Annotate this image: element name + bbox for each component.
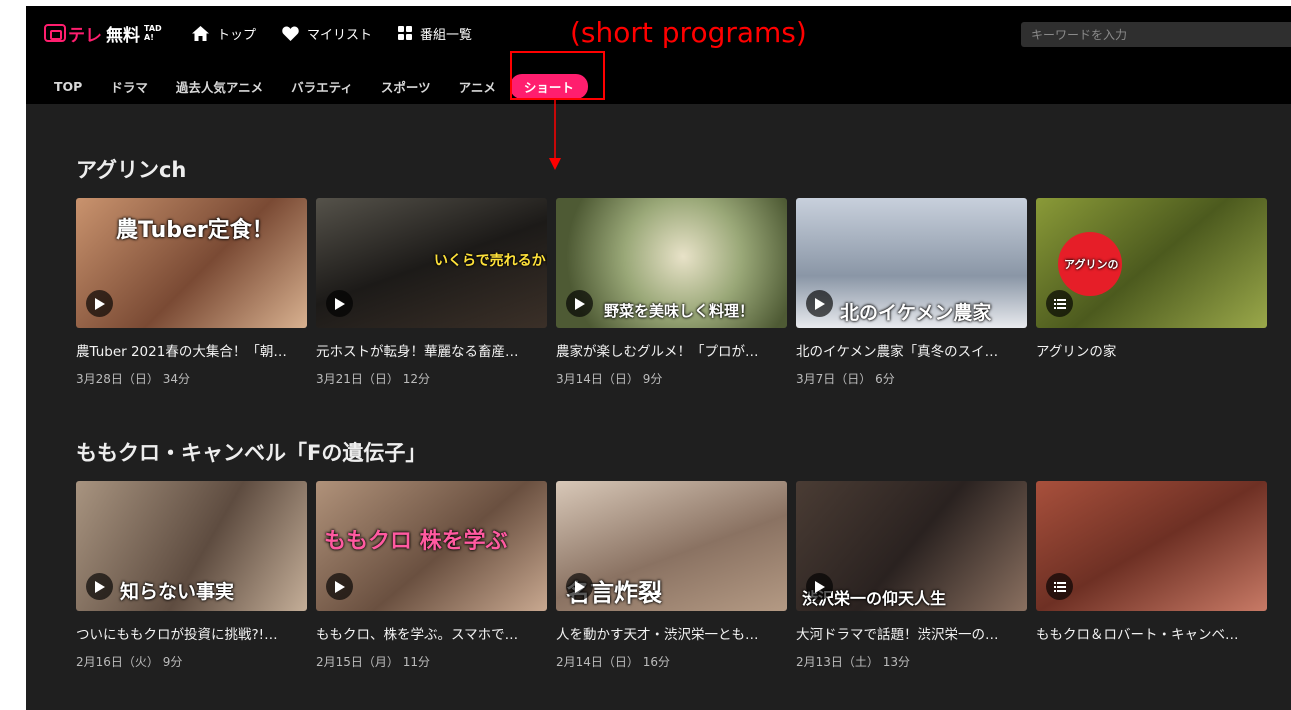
logo-text-tada: TADA! (144, 24, 162, 42)
annotation-highlight-box (510, 51, 605, 100)
video-meta: 2月15日（月） 11分 (316, 655, 430, 669)
video-thumbnail[interactable]: 北のイケメン農家 (796, 198, 1027, 328)
category-anime[interactable]: アニメ (459, 77, 496, 96)
playlist-icon[interactable] (1046, 290, 1073, 317)
video-title[interactable]: 大河ドラマで話題！渋沢栄一の… (796, 623, 1027, 643)
video-thumbnail[interactable]: 渋沢栄一の仰天人生 (796, 481, 1027, 611)
logo-text-te: テレ (68, 25, 102, 46)
video-thumbnail[interactable]: 野菜を美味しく料理！ (556, 198, 787, 328)
play-icon[interactable] (566, 573, 593, 600)
play-icon[interactable] (806, 573, 833, 600)
category-variety[interactable]: バラエティ (291, 77, 353, 96)
video-card[interactable]: ももクロ＆ロバート・キャンベ… (1036, 481, 1267, 653)
video-card[interactable]: いくらで売れるか!? 元ホストが転身！華麗なる畜産… 3月21日（日） 12分 (316, 198, 547, 387)
video-thumbnail[interactable]: ももクロ 株を学ぶ (316, 481, 547, 611)
video-card[interactable]: 知らない事実 ついにももクロが投資に挑戦?!… 2月16日（火） 9分 (76, 481, 307, 670)
category-top[interactable]: TOP (54, 79, 82, 94)
home-icon (192, 25, 209, 41)
video-thumbnail[interactable]: 農Tuber定食！ (76, 198, 307, 328)
video-title[interactable]: ももクロ＆ロバート・キャンベ… (1036, 623, 1267, 643)
video-thumbnail[interactable]: 名言炸裂 (556, 481, 787, 611)
search-input[interactable] (1021, 22, 1291, 47)
video-thumbnail[interactable]: 知らない事実 (76, 481, 307, 611)
thumbnail-text: 野菜を美味しく料理！ (604, 302, 755, 320)
play-icon[interactable] (86, 290, 113, 317)
video-card[interactable]: 渋沢栄一の仰天人生 大河ドラマで話題！渋沢栄一の… 2月13日（土） 13分 (796, 481, 1027, 670)
thumbnail-text: 北のイケメン農家 (840, 302, 992, 324)
nav-item-label: マイリスト (307, 27, 373, 43)
grid-icon (398, 26, 413, 40)
video-meta: 3月21日（日） 12分 (316, 372, 430, 386)
video-card[interactable]: 農Tuber定食！ 農Tuber 2021春の大集合！「朝… 3月28日（日） … (76, 198, 307, 387)
play-icon[interactable] (566, 290, 593, 317)
video-thumbnail[interactable]: いくらで売れるか!? (316, 198, 547, 328)
video-meta: 3月14日（日） 9分 (556, 372, 663, 386)
video-card[interactable]: 名言炸裂 人を動かす天才・渋沢栄一とも… 2月14日（日） 16分 (556, 481, 787, 670)
nav-item-label: 番組一覧 (420, 27, 473, 43)
site-logo[interactable]: テレ 無料 TADA! (44, 22, 164, 46)
video-card[interactable]: 野菜を美味しく料理！ 農家が楽しむグルメ！「プロが… 3月14日（日） 9分 (556, 198, 787, 387)
app-window: テレ 無料 TADA! トップ マイリスト 番組一覧 TOP ドラマ 過去人気ア… (26, 6, 1291, 710)
video-card[interactable]: 北のイケメン農家 北のイケメン農家「真冬のスイ… 3月7日（日） 6分 (796, 198, 1027, 387)
play-icon[interactable] (326, 573, 353, 600)
video-meta: 2月16日（火） 9分 (76, 655, 183, 669)
video-meta: 2月14日（日） 16分 (556, 655, 670, 669)
play-icon[interactable] (326, 290, 353, 317)
play-icon[interactable] (86, 573, 113, 600)
nav-item-top[interactable]: トップ (192, 20, 256, 46)
heart-icon (282, 26, 299, 41)
nav-item-mylist[interactable]: マイリスト (282, 20, 372, 46)
playlist-icon[interactable] (1046, 573, 1073, 600)
category-sports[interactable]: スポーツ (381, 77, 431, 96)
thumbnail-text: アグリンの (1064, 258, 1119, 271)
thumbnail-text: ももクロ 株を学ぶ (324, 529, 508, 554)
video-title[interactable]: 人を動かす天才・渋沢栄一とも… (556, 623, 787, 643)
video-title[interactable]: ついにももクロが投資に挑戦?!… (76, 623, 307, 643)
video-meta: 3月28日（日） 34分 (76, 372, 190, 386)
section-title-agurin: アグリンch (76, 158, 187, 182)
annotation-label: (short programs) (570, 16, 807, 49)
main-nav: トップ マイリスト 番組一覧 (192, 20, 498, 46)
video-card[interactable]: アグリンの アグリンの家 (1036, 198, 1267, 370)
video-title[interactable]: 元ホストが転身！華麗なる畜産… (316, 340, 547, 360)
category-classic-anime[interactable]: 過去人気アニメ (176, 77, 263, 96)
video-thumbnail[interactable] (1036, 481, 1267, 611)
thumbnail-text: いくらで売れるか!? (434, 253, 547, 269)
thumbnail-text: 知らない事実 (120, 581, 235, 603)
logo-mark-icon (44, 24, 66, 42)
video-thumbnail[interactable]: アグリンの (1036, 198, 1267, 328)
annotation-arrow-icon (549, 100, 561, 170)
video-meta: 2月13日（土） 13分 (796, 655, 910, 669)
nav-item-program-list[interactable]: 番組一覧 (398, 20, 472, 46)
video-title[interactable]: アグリンの家 (1036, 340, 1267, 360)
play-icon[interactable] (806, 290, 833, 317)
section-title-f-gene: ももクロ・キャンベル「Fの遺伝子」 (76, 441, 427, 465)
video-title[interactable]: 北のイケメン農家「真冬のスイ… (796, 340, 1027, 360)
video-title[interactable]: 農Tuber 2021春の大集合！「朝… (76, 340, 307, 360)
nav-item-label: トップ (217, 27, 257, 43)
logo-text-jp: 無料 (106, 25, 140, 46)
category-drama[interactable]: ドラマ (110, 77, 148, 96)
video-meta: 3月7日（日） 6分 (796, 372, 895, 386)
video-title[interactable]: 農家が楽しむグルメ！「プロが… (556, 340, 787, 360)
video-card[interactable]: ももクロ 株を学ぶ ももクロ、株を学ぶ。スマホで… 2月15日（月） 11分 (316, 481, 547, 670)
thumbnail-text: 農Tuber定食！ (116, 218, 274, 243)
video-title[interactable]: ももクロ、株を学ぶ。スマホで… (316, 623, 547, 643)
